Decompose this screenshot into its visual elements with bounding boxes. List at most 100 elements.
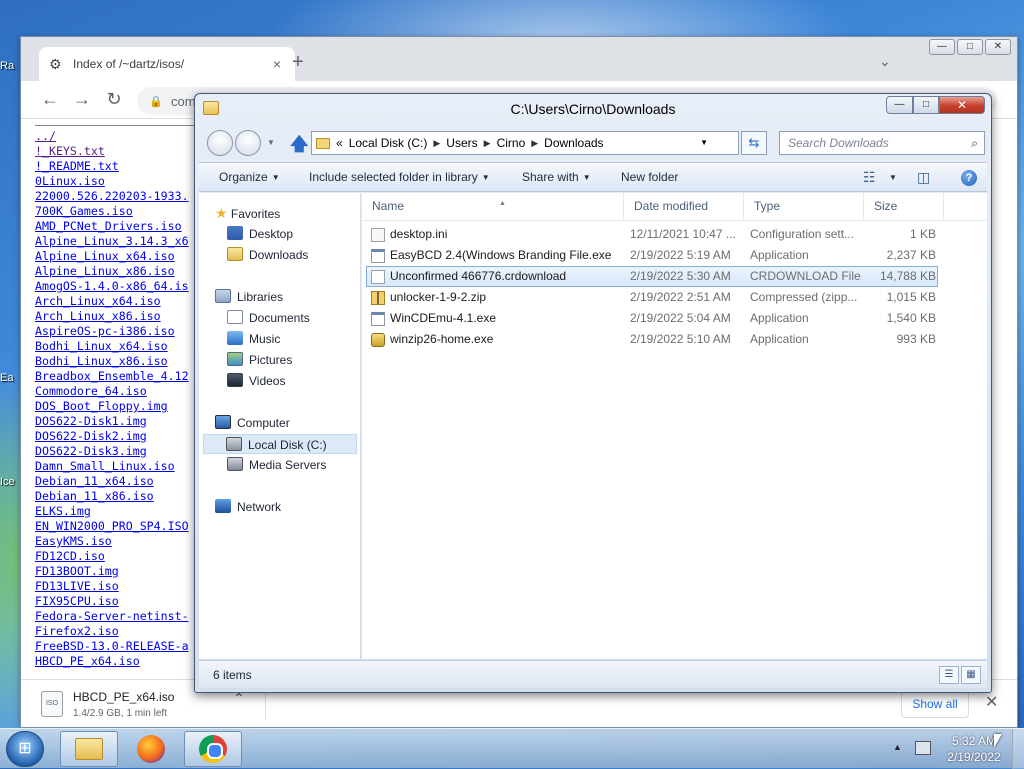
file-row[interactable]: EasyBCD 2.4(Windows Branding File.exe 2/1…	[366, 245, 938, 266]
file-link[interactable]: AmogOS-1.4.0-x86_64.is	[35, 279, 205, 294]
forward-arrow-icon[interactable]: →	[71, 89, 93, 110]
file-link[interactable]: HBCD_PE_x64.iso	[35, 654, 205, 669]
file-link[interactable]: FD13BOOT.img	[35, 564, 205, 579]
parent-directory-link[interactable]: ../	[35, 129, 205, 144]
back-button[interactable]	[207, 130, 233, 156]
nav-network[interactable]: Network	[215, 497, 281, 517]
refresh-button[interactable]: ⇆	[741, 131, 767, 155]
nav-libraries[interactable]: Libraries	[215, 287, 283, 307]
change-view-icon[interactable]: ☷	[863, 169, 876, 186]
nav-computer[interactable]: Computer	[215, 413, 290, 433]
file-link[interactable]: Arch_Linux_x86.iso	[35, 309, 205, 324]
desktop-icon-label[interactable]: Ice	[0, 476, 22, 488]
nav-local-disk[interactable]: Local Disk (C:)	[203, 434, 357, 454]
preview-pane-icon[interactable]: ◫	[917, 169, 930, 186]
file-link[interactable]: Debian_11_x64.iso	[35, 474, 205, 489]
action-center-flag-icon[interactable]	[915, 741, 931, 755]
column-header-date[interactable]: Date modified	[624, 193, 744, 221]
search-icon[interactable]: ⌕	[971, 132, 978, 154]
address-dropdown-icon[interactable]: ▼	[700, 138, 708, 147]
nav-media-servers[interactable]: Media Servers	[227, 455, 326, 475]
column-header-name[interactable]: Name ▲	[362, 193, 624, 221]
address-bar[interactable]: « Local Disk (C:) ▶ Users ▶ Cirno ▶ Down…	[311, 131, 739, 155]
breadcrumb-overflow[interactable]: «	[336, 136, 343, 150]
file-link[interactable]: 700K_Games.iso	[35, 204, 205, 219]
file-link[interactable]: FD12CD.iso	[35, 549, 205, 564]
file-link[interactable]: ELKS.img	[35, 504, 205, 519]
file-link[interactable]: DOS622-Disk3.img	[35, 444, 205, 459]
file-link[interactable]: Damn_Small_Linux.iso	[35, 459, 205, 474]
show-all-button[interactable]: Show all	[901, 690, 969, 718]
taskbar-firefox-button[interactable]	[122, 731, 180, 767]
search-input[interactable]: Search Downloads ⌕	[779, 131, 985, 155]
file-link[interactable]: 22000.526.220203-1933.	[35, 189, 205, 204]
file-link[interactable]: Bodhi_Linux_x86.iso	[35, 354, 205, 369]
chrome-close-button[interactable]: ✕	[985, 39, 1011, 55]
breadcrumb-downloads[interactable]: Downloads	[544, 136, 603, 150]
minimize-button[interactable]: —	[886, 96, 913, 114]
recent-pages-dropdown-icon[interactable]: ▼	[267, 138, 275, 147]
help-icon[interactable]: ?	[961, 170, 977, 186]
file-link[interactable]: EN_WIN2000_PRO_SP4.ISO	[35, 519, 205, 534]
breadcrumb-cirno[interactable]: Cirno	[497, 136, 526, 150]
chrome-minimize-button[interactable]: —	[929, 39, 955, 55]
file-link[interactable]: DOS622-Disk2.img	[35, 429, 205, 444]
file-link[interactable]: DOS_Boot_Floppy.img	[35, 399, 205, 414]
file-row[interactable]: winzip26-home.exe 2/19/2022 5:10 AM Applic…	[366, 329, 938, 350]
include-in-library-button[interactable]: Include selected folder in library ▼	[309, 170, 490, 184]
file-link[interactable]: Firefox2.iso	[35, 624, 205, 639]
up-arrow-icon[interactable]: 🡅	[290, 132, 309, 162]
organize-button[interactable]: Organize ▼	[219, 170, 280, 184]
file-link[interactable]: Debian_11_x86.iso	[35, 489, 205, 504]
nav-downloads[interactable]: Downloads	[227, 245, 308, 265]
nav-favorites[interactable]: ★ Favorites	[215, 203, 280, 223]
start-button[interactable]: ⊞	[6, 731, 44, 767]
file-link[interactable]: Fedora-Server-netinst-	[35, 609, 205, 624]
file-link[interactable]: EasyKMS.iso	[35, 534, 205, 549]
lock-icon[interactable]: 🔒	[149, 95, 163, 108]
close-button[interactable]: ✕	[939, 96, 985, 114]
breadcrumb-separator-icon[interactable]: ▶	[531, 138, 538, 149]
nav-desktop[interactable]: Desktop	[227, 224, 293, 244]
column-header-type[interactable]: Type	[744, 193, 864, 221]
tab-search-chevron-icon[interactable]: ⌄	[879, 53, 891, 70]
taskbar-chrome-button[interactable]	[184, 731, 242, 767]
file-link[interactable]: Bodhi_Linux_x64.iso	[35, 339, 205, 354]
file-link[interactable]: Alpine_Linux_x86.iso	[35, 264, 205, 279]
breadcrumb-local-disk[interactable]: Local Disk (C:)	[349, 136, 428, 150]
breadcrumb-separator-icon[interactable]: ▶	[484, 138, 491, 149]
desktop-icon-label[interactable]: Ra	[0, 60, 22, 72]
forward-button[interactable]	[235, 130, 261, 156]
breadcrumb-users[interactable]: Users	[446, 136, 477, 150]
maximize-button[interactable]: □	[913, 96, 939, 114]
file-link[interactable]: FIX95CPU.iso	[35, 594, 205, 609]
file-link[interactable]: !_KEYS.txt	[35, 144, 205, 159]
file-link[interactable]: AMD_PCNet_Drivers.iso	[35, 219, 205, 234]
file-row[interactable]: Unconfirmed 466776.crdownload 2/19/2022 5…	[366, 266, 938, 287]
file-link[interactable]: AspireOS-pc-i386.iso	[35, 324, 205, 339]
file-link[interactable]: Breadbox_Ensemble_4.12	[35, 369, 205, 384]
file-link[interactable]: DOS622-Disk1.img	[35, 414, 205, 429]
reload-icon[interactable]: ↻	[103, 89, 125, 110]
tab-close-icon[interactable]: ×	[269, 56, 285, 72]
view-options-caret-icon[interactable]: ▼	[889, 173, 897, 182]
file-link[interactable]: !_README.txt	[35, 159, 205, 174]
file-link[interactable]: Alpine_Linux_x64.iso	[35, 249, 205, 264]
column-header-size[interactable]: Size	[864, 193, 944, 221]
show-hidden-icons-icon[interactable]: ▲	[893, 742, 902, 752]
show-desktop-button[interactable]	[1012, 729, 1024, 769]
file-link[interactable]: FD13LIVE.iso	[35, 579, 205, 594]
file-link[interactable]: FreeBSD-13.0-RELEASE-a	[35, 639, 205, 654]
breadcrumb-separator-icon[interactable]: ▶	[433, 138, 440, 149]
nav-videos[interactable]: Videos	[227, 371, 285, 391]
file-row[interactable]: desktop.ini 12/11/2021 10:47 ... Configura…	[366, 224, 938, 245]
back-arrow-icon[interactable]: ←	[39, 89, 61, 110]
new-tab-button[interactable]: +	[287, 51, 309, 74]
new-folder-button[interactable]: New folder	[621, 170, 678, 184]
chrome-maximize-button[interactable]: □	[957, 39, 983, 55]
file-link[interactable]: Commodore_64.iso	[35, 384, 205, 399]
file-link[interactable]: Alpine_Linux_3.14.3_x6	[35, 234, 205, 249]
file-row[interactable]: unlocker-1-9-2.zip 2/19/2022 2:51 AM Compr…	[366, 287, 938, 308]
large-icons-view-icon[interactable]: ▦	[961, 666, 981, 684]
taskbar-explorer-button[interactable]	[60, 731, 118, 767]
